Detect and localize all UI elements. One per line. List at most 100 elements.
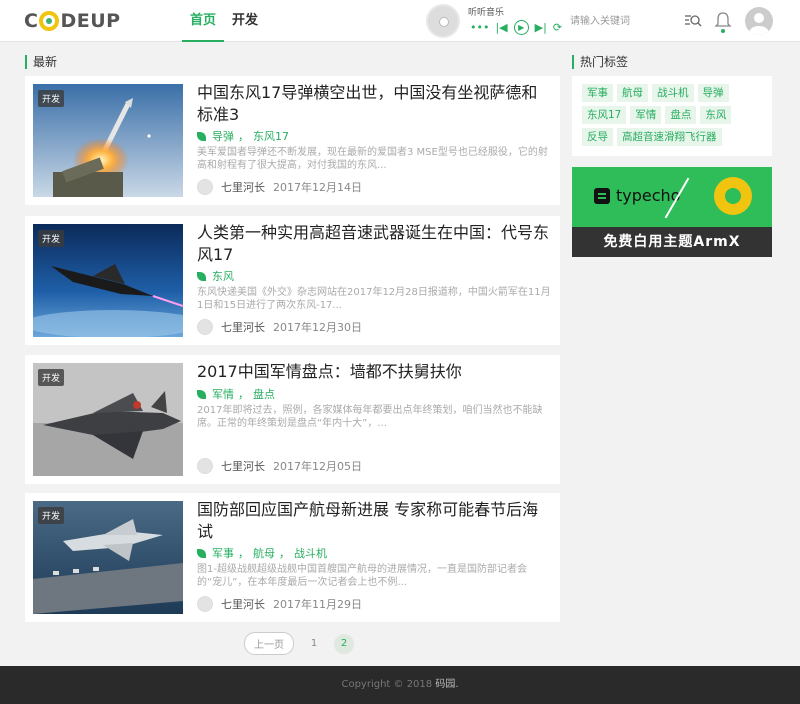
post-card[interactable]: 开发 国防部回应国产航母新进展 专家称可能春节后海试 军事 ， 航母 ， 战斗机 图…	[25, 493, 560, 622]
search-box	[570, 11, 702, 31]
search-input[interactable]	[570, 11, 680, 31]
main-nav: 首页 开发	[182, 0, 266, 42]
post-category-badge[interactable]: 开发	[38, 507, 65, 524]
tag-icon	[197, 389, 206, 399]
post-category-badge[interactable]: 开发	[38, 230, 65, 247]
hot-tag[interactable]: 战斗机	[652, 84, 694, 102]
post-tag[interactable]: 东风17	[253, 128, 289, 144]
more-icon[interactable]: •••	[470, 21, 489, 34]
hot-tags-panel: 军事 航母 战斗机 导弹 东风17 军情 盘点 东风 反导 高超音速滑翔飞行器	[572, 76, 772, 156]
tag-separator: ，	[238, 388, 249, 401]
post-date: 2017年12月14日	[273, 181, 362, 194]
ad-top-panel: typecho	[572, 167, 772, 227]
logo-mark-icon	[39, 11, 60, 31]
post-card[interactable]: 开发 中国东风17导弹横空出世，中国没有坐视萨德和标准3 导弹 ， 东风17 美军…	[25, 76, 560, 205]
hot-tags-title: 热门标签	[572, 55, 628, 69]
hot-tag[interactable]: 东风17	[582, 106, 627, 124]
post-category-badge[interactable]: 开发	[38, 369, 65, 386]
sidebar-ad-banner[interactable]: typecho 免费白用主题ArmX	[572, 167, 772, 257]
tag-separator: ，	[238, 547, 249, 560]
tag-icon	[197, 271, 206, 281]
post-card[interactable]: 开发 人类第一种实用高超音速武器诞生在中国：代号东风17 东风 东风快递美国《外…	[25, 216, 560, 345]
music-player: 听听音乐 ••• |◀ ▶ ▶| ⟳	[426, 3, 566, 39]
tag-icon	[197, 131, 206, 141]
ad-logo-icon	[714, 177, 752, 215]
post-category-badge[interactable]: 开发	[38, 90, 65, 107]
post-tag[interactable]: 东风	[212, 268, 234, 284]
post-author[interactable]: 七里河长	[221, 319, 265, 335]
post-meta: 七里河长 2017年12月14日	[197, 179, 362, 195]
footer: Copyright © 2018 码园.	[0, 666, 800, 704]
prev-page-button[interactable]: 上一页	[244, 632, 294, 655]
hot-tag[interactable]: 航母	[617, 84, 648, 102]
post-card[interactable]: 开发 2017中国军情盘点：墙都不扶舅扶你 军情 ， 盘点 2017年即将过去，照…	[25, 355, 560, 484]
music-disc-icon[interactable]	[426, 4, 460, 38]
site-logo[interactable]: C DEUP	[24, 9, 121, 33]
music-controls: ••• |◀ ▶ ▶| ⟳	[470, 20, 562, 35]
author-avatar[interactable]	[197, 458, 213, 474]
post-tags: 导弹 ， 东风17	[197, 128, 289, 144]
post-excerpt: 图1-超级战舰超级战舰中国首艘国产航母的进展情况，一直是国防部记者会的“宠儿”，…	[197, 564, 527, 588]
header: C DEUP 首页 开发 听听音乐 ••• |◀ ▶ ▶| ⟳	[0, 0, 800, 42]
hot-tag[interactable]: 反导	[582, 128, 613, 146]
author-avatar[interactable]	[197, 179, 213, 195]
post-tag[interactable]: 军事	[212, 545, 234, 561]
post-date: 2017年12月05日	[273, 460, 362, 473]
hot-tag[interactable]: 东风	[700, 106, 732, 124]
post-meta: 七里河长 2017年11月29日	[197, 596, 362, 612]
author-avatar[interactable]	[197, 319, 213, 335]
post-tag[interactable]: 航母	[253, 545, 275, 561]
hot-tag[interactable]: 盘点	[665, 106, 697, 124]
post-date: 2017年11月29日	[273, 598, 362, 611]
post-author[interactable]: 七里河长	[221, 179, 265, 195]
post-tag[interactable]: 战斗机	[294, 545, 327, 561]
hot-tag[interactable]: 军情	[630, 106, 662, 124]
post-tag[interactable]: 盘点	[253, 386, 275, 402]
notification-bell-icon[interactable]	[714, 11, 732, 33]
hot-tag[interactable]: 高超音速滑翔飞行器	[617, 128, 722, 146]
post-title[interactable]: 国防部回应国产航母新进展 专家称可能春节后海试	[197, 499, 552, 543]
post-excerpt: 美军爱国者导弹还不断发展，现在最新的爱国者3 MSE型号也已经服役，它的射高和射…	[197, 147, 548, 171]
hot-tag[interactable]: 导弹	[697, 84, 729, 102]
search-icon[interactable]	[684, 12, 702, 30]
page-1-link[interactable]: 1	[304, 634, 324, 654]
post-thumbnail[interactable]: 开发	[33, 501, 183, 614]
post-title[interactable]: 中国东风17导弹横空出世，中国没有坐视萨德和标准3	[197, 82, 552, 126]
latest-section-title: 最新	[25, 55, 57, 69]
logo-letters: DEUP	[60, 10, 121, 32]
post-author[interactable]: 七里河长	[221, 458, 265, 474]
post-author[interactable]: 七里河长	[221, 596, 265, 612]
post-thumbnail[interactable]: 开发	[33, 363, 183, 476]
post-excerpt: 东风快递美国《外交》杂志网站在2017年12月28日报道称，中国火箭军在11月1…	[197, 287, 551, 311]
post-tag[interactable]: 军情	[212, 386, 234, 402]
post-thumbnail[interactable]: 开发	[33, 84, 183, 197]
hot-tag[interactable]: 军事	[582, 84, 613, 102]
author-avatar[interactable]	[197, 596, 213, 612]
pagination: 上一页 1 2	[244, 632, 354, 655]
post-excerpt: 2017年即将过去，照例，各家媒体每年都要出点年终策划，咱们当然也不能缺席。正常…	[197, 405, 543, 429]
post-meta: 七里河长 2017年12月05日	[197, 458, 362, 474]
next-track-icon[interactable]: ▶|	[535, 21, 547, 34]
post-tags: 军事 ， 航母 ， 战斗机	[197, 545, 327, 561]
user-avatar[interactable]	[745, 7, 773, 35]
post-thumbnail[interactable]: 开发	[33, 224, 183, 337]
post-date: 2017年12月30日	[273, 321, 362, 334]
post-title[interactable]: 2017中国军情盘点：墙都不扶舅扶你	[197, 361, 552, 383]
music-title: 听听音乐	[468, 8, 505, 18]
nav-item-dev[interactable]: 开发	[224, 0, 266, 42]
play-icon[interactable]: ▶	[513, 20, 529, 35]
previous-track-icon[interactable]: |◀	[495, 21, 507, 34]
post-tag[interactable]: 导弹	[212, 128, 234, 144]
post-meta: 七里河长 2017年12月30日	[197, 319, 362, 335]
nav-item-home[interactable]: 首页	[182, 0, 225, 42]
tag-separator: ，	[279, 547, 290, 560]
footer-copyright: Copyright © 2018	[341, 679, 433, 690]
loop-icon[interactable]: ⟳	[553, 21, 562, 34]
ad-caption: 免费白用主题ArmX	[572, 227, 772, 257]
ad-brand: typecho	[594, 186, 680, 205]
post-tags: 东风	[197, 268, 234, 284]
tag-icon	[197, 548, 206, 558]
footer-site-link[interactable]: 码园.	[435, 679, 458, 690]
page-2-current[interactable]: 2	[334, 633, 354, 654]
post-title[interactable]: 人类第一种实用高超音速武器诞生在中国：代号东风17	[197, 222, 552, 266]
